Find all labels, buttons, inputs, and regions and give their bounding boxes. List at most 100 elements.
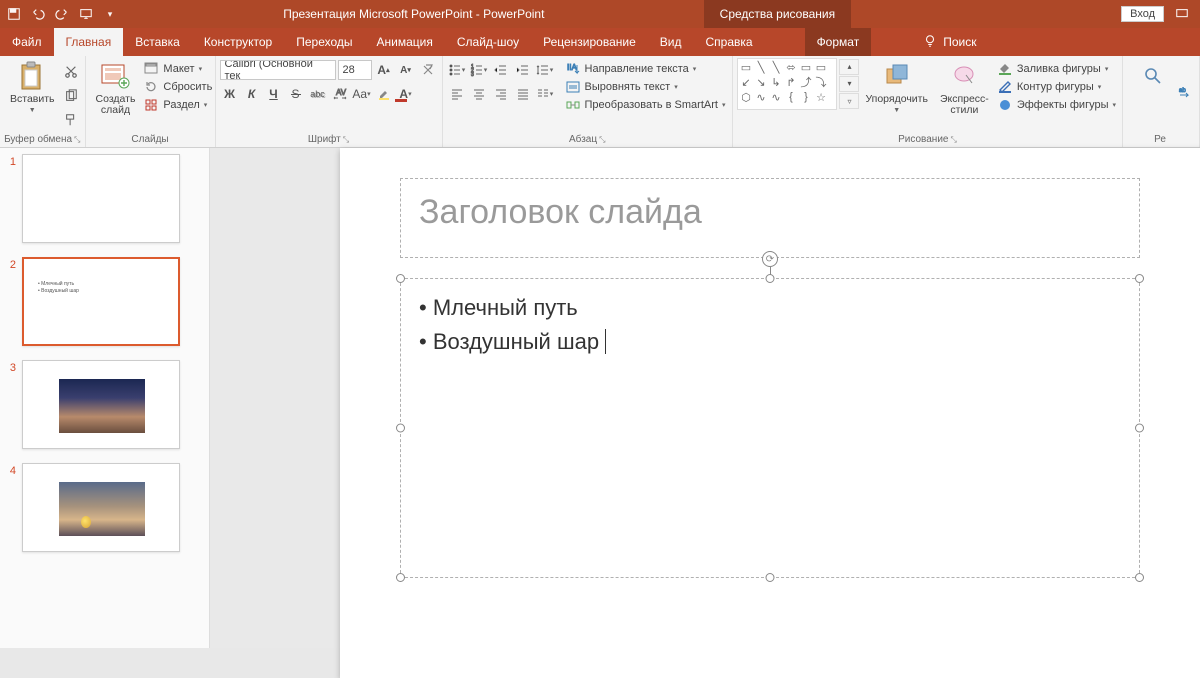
resize-handle[interactable] bbox=[396, 274, 405, 283]
ribbon-tabs: Файл Главная Вставка Конструктор Переход… bbox=[0, 28, 1200, 56]
font-color-icon[interactable]: A▾ bbox=[396, 84, 416, 104]
align-left-icon[interactable] bbox=[447, 84, 467, 104]
paste-button[interactable]: Вставить ▼ bbox=[4, 58, 61, 116]
columns-icon[interactable]: ▾ bbox=[535, 84, 555, 104]
italic-button[interactable]: К bbox=[242, 84, 262, 104]
justify-icon[interactable] bbox=[513, 84, 533, 104]
text-direction-icon: ІІА bbox=[565, 61, 581, 77]
resize-handle[interactable] bbox=[1135, 573, 1144, 582]
strike-button[interactable]: S bbox=[286, 84, 306, 104]
arrange-icon bbox=[881, 60, 913, 92]
shapes-gallery[interactable]: ▭╲╲⬄▭▭ ↙↘↳↱⤴⤵ ⬡∿∿{}☆ bbox=[737, 58, 837, 110]
cut-icon[interactable] bbox=[61, 62, 81, 82]
rotate-handle-icon[interactable]: ⟳ bbox=[762, 251, 778, 267]
arrange-button[interactable]: Упорядочить▼ bbox=[859, 58, 933, 116]
reset-icon bbox=[143, 79, 159, 95]
new-slide-button[interactable]: Создать слайд bbox=[90, 58, 142, 118]
ribbon-display-icon[interactable] bbox=[1174, 6, 1190, 22]
font-name-combo[interactable]: Calibri (Основной тек bbox=[220, 60, 336, 80]
workspace: 1 2• Млечный путь• Воздушный шар 3 4 Заг… bbox=[0, 148, 1200, 648]
change-case-button[interactable]: Aa▾ bbox=[352, 84, 372, 104]
tab-review[interactable]: Рецензирование bbox=[531, 28, 648, 56]
align-center-icon[interactable] bbox=[469, 84, 489, 104]
svg-text:3: 3 bbox=[471, 72, 474, 77]
numbering-icon[interactable]: 123▾ bbox=[469, 60, 489, 80]
tab-help[interactable]: Справка bbox=[693, 28, 764, 56]
tab-transitions[interactable]: Переходы bbox=[284, 28, 364, 56]
shadow-button[interactable]: abc bbox=[308, 84, 328, 104]
convert-smartart-button[interactable]: Преобразовать в SmartArt▾ bbox=[563, 96, 728, 114]
resize-handle[interactable] bbox=[396, 573, 405, 582]
resize-handle[interactable] bbox=[1135, 274, 1144, 283]
format-painter-icon[interactable] bbox=[61, 110, 81, 130]
copy-icon[interactable] bbox=[61, 86, 81, 106]
slide-panel[interactable]: 1 2• Млечный путь• Воздушный шар 3 4 bbox=[0, 148, 210, 648]
slideshow-start-icon[interactable] bbox=[78, 6, 94, 22]
replace-icon[interactable]: ab bbox=[1175, 82, 1195, 102]
tab-slideshow[interactable]: Слайд-шоу bbox=[445, 28, 531, 56]
tab-file[interactable]: Файл bbox=[0, 28, 54, 56]
align-text-button[interactable]: Выровнять текст▾ bbox=[563, 78, 728, 96]
thumb-number: 4 bbox=[6, 463, 16, 477]
thumb-number: 3 bbox=[6, 360, 16, 374]
clipboard-icon bbox=[16, 60, 48, 92]
slide-thumbnail-3[interactable] bbox=[22, 360, 180, 449]
section-icon bbox=[143, 97, 159, 113]
group-font-label: Шрифт⤡ bbox=[220, 132, 438, 147]
section-button[interactable]: Раздел▾ bbox=[141, 96, 214, 114]
editing-find-icon[interactable] bbox=[1131, 58, 1175, 94]
resize-handle[interactable] bbox=[1135, 424, 1144, 433]
content-placeholder[interactable]: ⟳ • Млечный путь • Воздушный шар bbox=[400, 278, 1140, 578]
slide-canvas[interactable]: Заголовок слайда ⟳ • Млечный путь • Возд… bbox=[210, 148, 1200, 648]
signin-button[interactable]: Вход bbox=[1121, 6, 1164, 22]
spacing-icon[interactable]: AV bbox=[330, 84, 350, 104]
gallery-down-icon[interactable]: ▾ bbox=[839, 76, 859, 92]
shape-outline-button[interactable]: Контур фигуры▾ bbox=[995, 78, 1118, 96]
layout-icon bbox=[143, 61, 159, 77]
tab-view[interactable]: Вид bbox=[648, 28, 694, 56]
bold-button[interactable]: Ж bbox=[220, 84, 240, 104]
undo-icon[interactable] bbox=[30, 6, 46, 22]
shape-fill-button[interactable]: Заливка фигуры▾ bbox=[995, 60, 1118, 78]
resize-handle[interactable] bbox=[396, 424, 405, 433]
slide-thumbnail-4[interactable] bbox=[22, 463, 180, 552]
line-spacing-icon[interactable]: ▾ bbox=[535, 60, 555, 80]
tab-home[interactable]: Главная bbox=[54, 28, 124, 56]
align-right-icon[interactable] bbox=[491, 84, 511, 104]
layout-button[interactable]: Макет▾ bbox=[141, 60, 214, 78]
grow-font-icon[interactable]: A▴ bbox=[374, 60, 394, 80]
redo-icon[interactable] bbox=[54, 6, 70, 22]
text-direction-button[interactable]: ІІАНаправление текста▾ bbox=[563, 60, 728, 78]
quick-styles-button[interactable]: Экспресс- стили bbox=[934, 58, 995, 118]
save-icon[interactable] bbox=[6, 6, 22, 22]
bullets-icon[interactable]: ▾ bbox=[447, 60, 467, 80]
tab-insert[interactable]: Вставка bbox=[123, 28, 192, 56]
shrink-font-icon[interactable]: A▾ bbox=[396, 60, 416, 80]
title-placeholder[interactable]: Заголовок слайда bbox=[400, 178, 1140, 258]
title-text: Заголовок слайда bbox=[419, 193, 1121, 232]
gallery-up-icon[interactable]: ▴ bbox=[839, 59, 859, 75]
slide: Заголовок слайда ⟳ • Млечный путь • Возд… bbox=[340, 148, 1200, 678]
shape-effects-button[interactable]: Эффекты фигуры▾ bbox=[995, 96, 1118, 114]
tab-design[interactable]: Конструктор bbox=[192, 28, 284, 56]
reset-button[interactable]: Сбросить bbox=[141, 78, 214, 96]
tab-format[interactable]: Формат bbox=[805, 28, 872, 56]
decrease-indent-icon[interactable] bbox=[491, 60, 511, 80]
resize-handle[interactable] bbox=[766, 573, 775, 582]
tab-animations[interactable]: Анимация bbox=[365, 28, 445, 56]
tell-me-search[interactable]: Поиск bbox=[911, 28, 988, 56]
group-clipboard-label: Буфер обмена⤡ bbox=[4, 132, 81, 147]
resize-handle[interactable] bbox=[766, 274, 775, 283]
slide-thumbnail-2[interactable]: • Млечный путь• Воздушный шар bbox=[22, 257, 180, 346]
group-editing-label: Ре bbox=[1127, 132, 1195, 147]
gallery-more-icon[interactable]: ▿ bbox=[839, 93, 859, 109]
increase-indent-icon[interactable] bbox=[513, 60, 533, 80]
thumb-number: 1 bbox=[6, 154, 16, 168]
underline-button[interactable]: Ч bbox=[264, 84, 284, 104]
clear-format-icon[interactable] bbox=[418, 60, 438, 80]
font-size-combo[interactable]: 28 bbox=[338, 60, 372, 80]
qat-customize-icon[interactable]: ▾ bbox=[102, 6, 118, 22]
highlight-icon[interactable] bbox=[374, 84, 394, 104]
slide-thumbnail-1[interactable] bbox=[22, 154, 180, 243]
search-label: Поиск bbox=[943, 35, 976, 49]
